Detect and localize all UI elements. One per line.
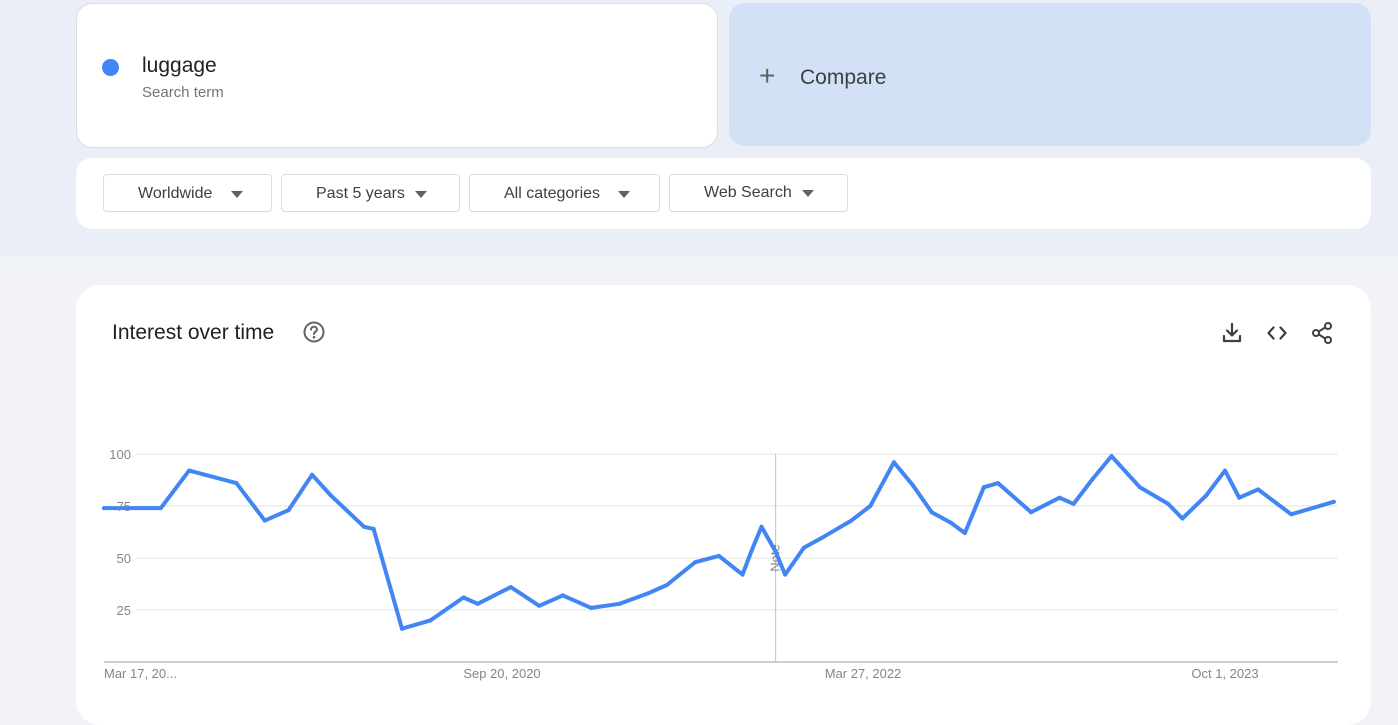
data-point — [910, 483, 915, 488]
data-point — [1256, 487, 1261, 492]
y-tick-label: 50 — [117, 551, 131, 566]
data-point — [262, 518, 267, 523]
y-tick-label: 25 — [117, 603, 131, 618]
data-point — [187, 468, 192, 473]
interest-over-time-card: Interest over time Note 25 50 75 100 Mar 17,… — [76, 285, 1371, 725]
data-point — [716, 553, 721, 558]
data-point — [234, 481, 239, 486]
data-point — [1289, 512, 1294, 517]
data-point — [981, 485, 986, 490]
data-point — [821, 535, 825, 540]
data-point — [362, 524, 367, 529]
plus-icon: + — [759, 60, 776, 91]
time-range-label: Past 5 years — [316, 185, 405, 202]
data-point — [1057, 495, 1062, 500]
compare-button[interactable]: + Compare — [729, 3, 1371, 146]
search-term-card[interactable]: luggage Search term — [76, 3, 718, 148]
data-point — [1204, 493, 1209, 498]
data-point — [693, 560, 698, 565]
data-point — [868, 504, 873, 508]
data-point — [996, 481, 1000, 486]
interest-line-chart: Note 255075100Mar 17, 20... Sep 20, 2020 M… — [102, 447, 1338, 681]
data-point — [783, 572, 788, 577]
series-color-dot — [102, 59, 119, 76]
category-label: All categories — [504, 185, 601, 202]
data-point — [400, 626, 404, 631]
search-term-subtitle: Search term — [142, 84, 224, 101]
data-point — [475, 601, 480, 606]
data-point — [962, 531, 967, 535]
data-point — [310, 472, 315, 477]
category-dropdown[interactable]: All categories — [469, 174, 660, 212]
search-type-dropdown[interactable]: Web Search — [669, 174, 848, 212]
time-range-dropdown[interactable]: Past 5 years — [281, 174, 460, 212]
region-dropdown[interactable]: Worldwide — [103, 174, 272, 212]
data-point — [371, 526, 376, 531]
y-tick-label: 75 — [117, 499, 131, 514]
data-point — [773, 549, 778, 554]
data-point — [1223, 468, 1227, 473]
data-point — [1237, 495, 1242, 500]
data-point — [560, 593, 565, 598]
chevron-down-icon — [802, 190, 814, 197]
series-line-luggage — [102, 454, 1336, 631]
data-point — [1090, 477, 1095, 481]
data-point — [849, 518, 854, 523]
data-point — [664, 583, 669, 587]
compare-label: Compare — [800, 66, 887, 89]
data-point — [740, 572, 745, 577]
chevron-down-icon — [415, 191, 427, 198]
x-tick-label: Mar 27, 2022 — [825, 666, 902, 681]
region-label: Worldwide — [138, 185, 213, 202]
data-point — [645, 591, 650, 596]
data-point — [759, 524, 764, 529]
x-tick-label: Mar 17, 20... — [104, 666, 177, 681]
data-point — [537, 603, 542, 608]
data-point — [1180, 516, 1185, 521]
data-point — [750, 547, 754, 552]
search-type-label: Web Search — [704, 184, 792, 201]
data-point — [102, 506, 106, 511]
data-point — [329, 493, 333, 498]
data-point — [617, 601, 622, 606]
data-point — [158, 506, 163, 511]
data-point — [1137, 485, 1142, 490]
filters-bar: Worldwide Past 5 years All categories We… — [76, 158, 1371, 229]
search-term-name[interactable]: luggage — [142, 54, 217, 78]
data-point — [461, 595, 466, 600]
chevron-down-icon — [231, 191, 243, 198]
data-point — [802, 545, 806, 550]
data-point — [929, 510, 934, 515]
data-point — [1071, 501, 1076, 506]
data-point — [428, 618, 433, 623]
y-tick-label: 100 — [109, 447, 131, 462]
data-point — [891, 460, 896, 465]
x-tick-label: Oct 1, 2023 — [1191, 666, 1258, 681]
data-point — [589, 605, 594, 610]
x-tick-label: Sep 20, 2020 — [463, 666, 540, 681]
data-point — [508, 585, 513, 590]
data-point — [286, 508, 291, 513]
data-point — [1331, 499, 1336, 504]
data-point — [1166, 501, 1171, 506]
data-point — [948, 520, 953, 525]
chevron-down-icon — [618, 191, 630, 198]
data-point — [1109, 454, 1114, 459]
data-point — [1029, 510, 1034, 515]
